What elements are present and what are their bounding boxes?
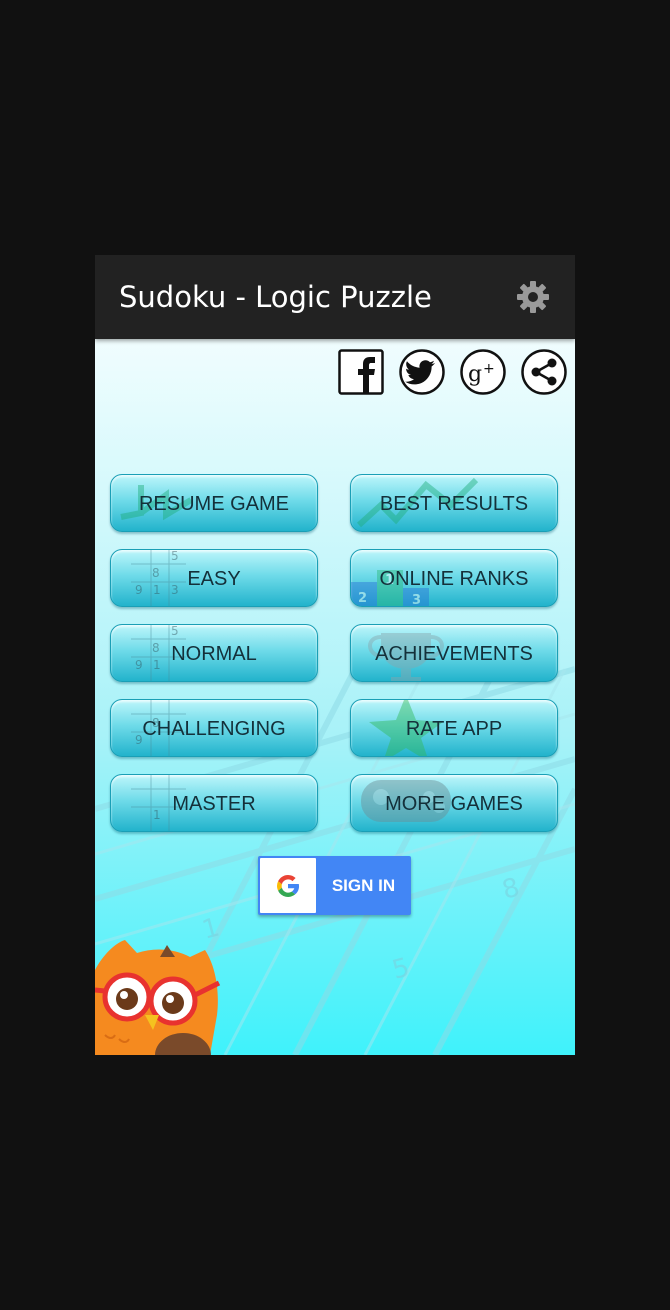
- master-button[interactable]: 1 MASTER: [110, 774, 318, 832]
- online-ranks-button[interactable]: 2 1 3 ONLINE RANKS: [350, 549, 558, 607]
- button-label: BEST RESULTS: [379, 493, 529, 515]
- button-label: CHALLENGING: [142, 718, 286, 740]
- normal-button[interactable]: 5 8 9 1 NORMAL: [110, 624, 318, 682]
- easy-button[interactable]: 5 8 9 1 3 EASY: [110, 549, 318, 607]
- achievements-button[interactable]: ACHIEVEMENTS: [350, 624, 558, 682]
- google-plus-icon[interactable]: g +: [460, 349, 506, 395]
- facebook-icon[interactable]: [338, 349, 384, 395]
- button-label: NORMAL: [171, 643, 257, 665]
- svg-text:8: 8: [499, 873, 523, 906]
- button-label: MASTER: [172, 793, 256, 815]
- owl-mascot-image: [95, 940, 221, 1055]
- app-title: Sudoku - Logic Puzzle: [119, 280, 432, 314]
- gear-icon[interactable]: [515, 279, 551, 315]
- share-icon[interactable]: [521, 349, 567, 395]
- button-label: ONLINE RANKS: [379, 568, 529, 590]
- challenging-button[interactable]: 8 9 CHALLENGING: [110, 699, 318, 757]
- google-g-icon: [277, 874, 299, 898]
- button-label: ACHIEVEMENTS: [375, 643, 533, 665]
- svg-text:5: 5: [389, 953, 413, 986]
- google-logo-box: [260, 858, 316, 913]
- button-label: RATE APP: [405, 718, 503, 740]
- google-sign-in-button[interactable]: SIGN IN: [258, 856, 411, 915]
- svg-text:+: +: [483, 361, 495, 377]
- more-games-button[interactable]: MORE GAMES: [350, 774, 558, 832]
- sign-in-label: SIGN IN: [331, 876, 396, 895]
- svg-text:g: g: [468, 362, 482, 387]
- rate-app-button[interactable]: RATE APP: [350, 699, 558, 757]
- resume-game-button[interactable]: RESUME GAME: [110, 474, 318, 532]
- button-label: EASY: [187, 568, 241, 590]
- best-results-button[interactable]: BEST RESULTS: [350, 474, 558, 532]
- button-label: RESUME GAME: [138, 493, 290, 515]
- title-bar: Sudoku - Logic Puzzle: [95, 255, 575, 339]
- twitter-icon[interactable]: [399, 349, 445, 395]
- button-label: MORE GAMES: [385, 793, 523, 815]
- app-window: 1 5 8 Sudoku - Logic Puzzle g + RESUME G…: [95, 255, 575, 1055]
